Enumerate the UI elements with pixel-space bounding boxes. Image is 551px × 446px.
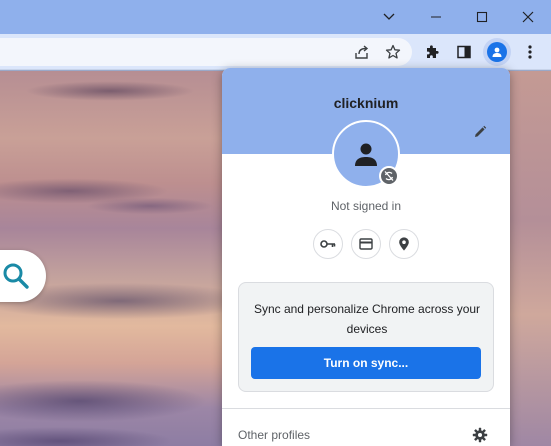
maximize-button[interactable]	[459, 0, 505, 34]
close-icon	[522, 11, 534, 23]
other-profiles-label: Other profiles	[238, 428, 311, 442]
sync-paused-badge	[379, 166, 399, 186]
star-icon	[385, 44, 401, 59]
key-icon	[320, 240, 336, 248]
divider	[222, 408, 510, 409]
tab-search-button[interactable]	[366, 0, 412, 34]
gear-icon	[472, 427, 488, 443]
chevron-down-icon	[383, 13, 395, 20]
profile-name: clicknium	[333, 95, 399, 111]
profile-button[interactable]	[483, 38, 511, 66]
side-panel-button[interactable]	[450, 38, 478, 66]
bookmark-star-button[interactable]	[379, 38, 407, 66]
profile-icon	[492, 47, 502, 57]
credit-card-icon	[359, 238, 373, 250]
sync-off-icon	[384, 171, 394, 181]
search-icon	[3, 263, 29, 289]
minimize-button[interactable]	[413, 0, 459, 34]
browser-toolbar	[0, 34, 551, 70]
share-icon	[355, 45, 369, 59]
location-pin-icon	[399, 237, 409, 251]
sign-in-status: Not signed in	[330, 199, 402, 213]
addresses-button[interactable]	[389, 229, 419, 259]
extensions-icon	[427, 45, 439, 58]
manage-profiles-button[interactable]	[470, 425, 490, 445]
page-background-edge	[510, 71, 551, 446]
pencil-icon	[475, 125, 487, 137]
payment-methods-button[interactable]	[351, 229, 381, 259]
more-vert-icon	[528, 45, 532, 59]
share-button[interactable]	[348, 38, 376, 66]
avatar	[487, 42, 507, 62]
title-bar	[0, 0, 551, 34]
passwords-button[interactable]	[313, 229, 343, 259]
sync-promo-text: Sync and personalize Chrome across your …	[253, 302, 481, 336]
side-panel-icon	[457, 45, 471, 59]
close-button[interactable]	[505, 0, 551, 34]
maximize-icon	[476, 11, 488, 23]
profile-menu: clicknium Not signed in Sync and persona…	[222, 68, 510, 446]
sync-promo-card: Sync and personalize Chrome across your …	[238, 282, 494, 392]
person-icon	[355, 143, 377, 166]
edit-profile-button[interactable]	[468, 120, 492, 144]
minimize-icon	[431, 16, 441, 18]
turn-on-sync-button[interactable]: Turn on sync...	[251, 347, 481, 379]
more-menu-button[interactable]	[516, 38, 544, 66]
extensions-button[interactable]	[418, 38, 446, 66]
